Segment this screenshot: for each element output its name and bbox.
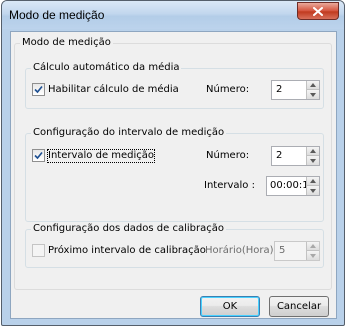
- close-button[interactable]: [297, 2, 339, 20]
- spin-up-button[interactable]: [307, 147, 319, 156]
- interval-number-spinner[interactable]: 2: [271, 146, 320, 166]
- interval-time-spin-buttons: [306, 177, 319, 195]
- next-calibration-checkbox[interactable]: [32, 244, 45, 257]
- spin-down-button[interactable]: [307, 156, 319, 165]
- spin-down-button[interactable]: [307, 251, 319, 260]
- spin-down-button[interactable]: [307, 186, 319, 195]
- calibration-hours-spin-buttons: [306, 242, 319, 260]
- mean-number-value[interactable]: 2: [276, 84, 282, 96]
- spin-up-button[interactable]: [307, 242, 319, 251]
- dialog-body: Modo de medição Cálculo automático da mé…: [10, 31, 337, 319]
- measurement-mode-legend: Modo de medição: [20, 37, 113, 49]
- interval-checkbox[interactable]: [32, 149, 45, 162]
- dialog-window: Modo de medição Modo de medição Cálculo …: [1, 0, 345, 326]
- arrow-up-icon: [310, 244, 316, 248]
- arrow-up-icon: [310, 179, 316, 183]
- cancel-button[interactable]: Cancelar: [269, 296, 329, 317]
- enable-mean-label[interactable]: Habilitar cálculo de média: [48, 84, 179, 96]
- mean-number-spinner[interactable]: 2: [271, 80, 320, 100]
- calibration-legend: Configuração dos dados de calibração: [31, 223, 226, 235]
- interval-number-spin-buttons: [306, 147, 319, 165]
- ok-button[interactable]: OK: [200, 296, 260, 317]
- arrow-down-icon: [310, 253, 316, 258]
- spin-up-button[interactable]: [307, 81, 319, 90]
- auto-mean-legend: Cálculo automático da média: [31, 62, 182, 74]
- interval-time-label: Intervalo :: [204, 180, 255, 191]
- cancel-button-label: Cancelar: [276, 301, 322, 312]
- checkmark-icon: [34, 151, 43, 160]
- interval-time-spinner[interactable]: 00:00:10: [266, 176, 320, 196]
- calibration-hours-spinner[interactable]: 5: [274, 241, 320, 261]
- checkmark-icon: [34, 85, 43, 94]
- arrow-down-icon: [310, 92, 316, 97]
- ok-button-label: OK: [222, 301, 238, 312]
- interval-number-value[interactable]: 2: [276, 150, 282, 162]
- spin-down-button[interactable]: [307, 90, 319, 99]
- interval-number-label: Número:: [206, 150, 250, 161]
- title-bar[interactable]: Modo de medição: [2, 1, 344, 29]
- calibration-hours-label: Horário(Hora) :: [205, 245, 281, 256]
- mean-number-spin-buttons: [306, 81, 319, 99]
- mean-number-label: Número:: [206, 84, 250, 95]
- spin-up-button[interactable]: [307, 177, 319, 186]
- arrow-up-icon: [310, 149, 316, 153]
- interval-label[interactable]: Intervalo de medição: [46, 149, 156, 163]
- interval-config-legend: Configuração do intervalo de medição: [31, 127, 227, 139]
- arrow-down-icon: [310, 188, 316, 193]
- calibration-hours-value[interactable]: 5: [279, 245, 285, 257]
- enable-mean-checkbox[interactable]: [32, 83, 45, 96]
- arrow-up-icon: [310, 83, 316, 87]
- close-icon: [313, 6, 323, 16]
- next-calibration-label[interactable]: Próximo intervalo de calibração: [48, 245, 206, 257]
- window-title: Modo de medição: [9, 8, 105, 22]
- arrow-down-icon: [310, 158, 316, 163]
